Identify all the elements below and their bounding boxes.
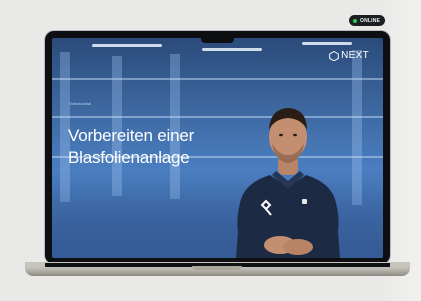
status-badge-label: ONLINE <box>360 17 381 24</box>
video-title: Vorbereiten einer Blasfolienanlage <box>68 125 194 169</box>
status-dot-icon <box>353 18 357 23</box>
video-title-line-2: Blasfolienanlage <box>68 148 190 167</box>
video-title-line-1: Vorbereiten einer <box>68 126 195 145</box>
ceiling-light <box>92 44 162 47</box>
brand-logo: NEXT <box>329 50 369 61</box>
trackpad-notch <box>192 266 242 270</box>
online-status-badge: ONLINE <box>349 15 385 26</box>
presenter-figure <box>236 108 340 258</box>
video-screen[interactable]: NEXT Videotutorial Vorbereiten einer Bla… <box>52 38 383 258</box>
brand-name: NEXT <box>341 50 369 61</box>
ceiling-light <box>302 42 352 45</box>
hexagon-logo-icon <box>329 50 339 61</box>
camera-notch <box>201 33 234 43</box>
ceiling-light <box>202 48 262 51</box>
video-kicker: Videotutorial <box>69 101 92 106</box>
